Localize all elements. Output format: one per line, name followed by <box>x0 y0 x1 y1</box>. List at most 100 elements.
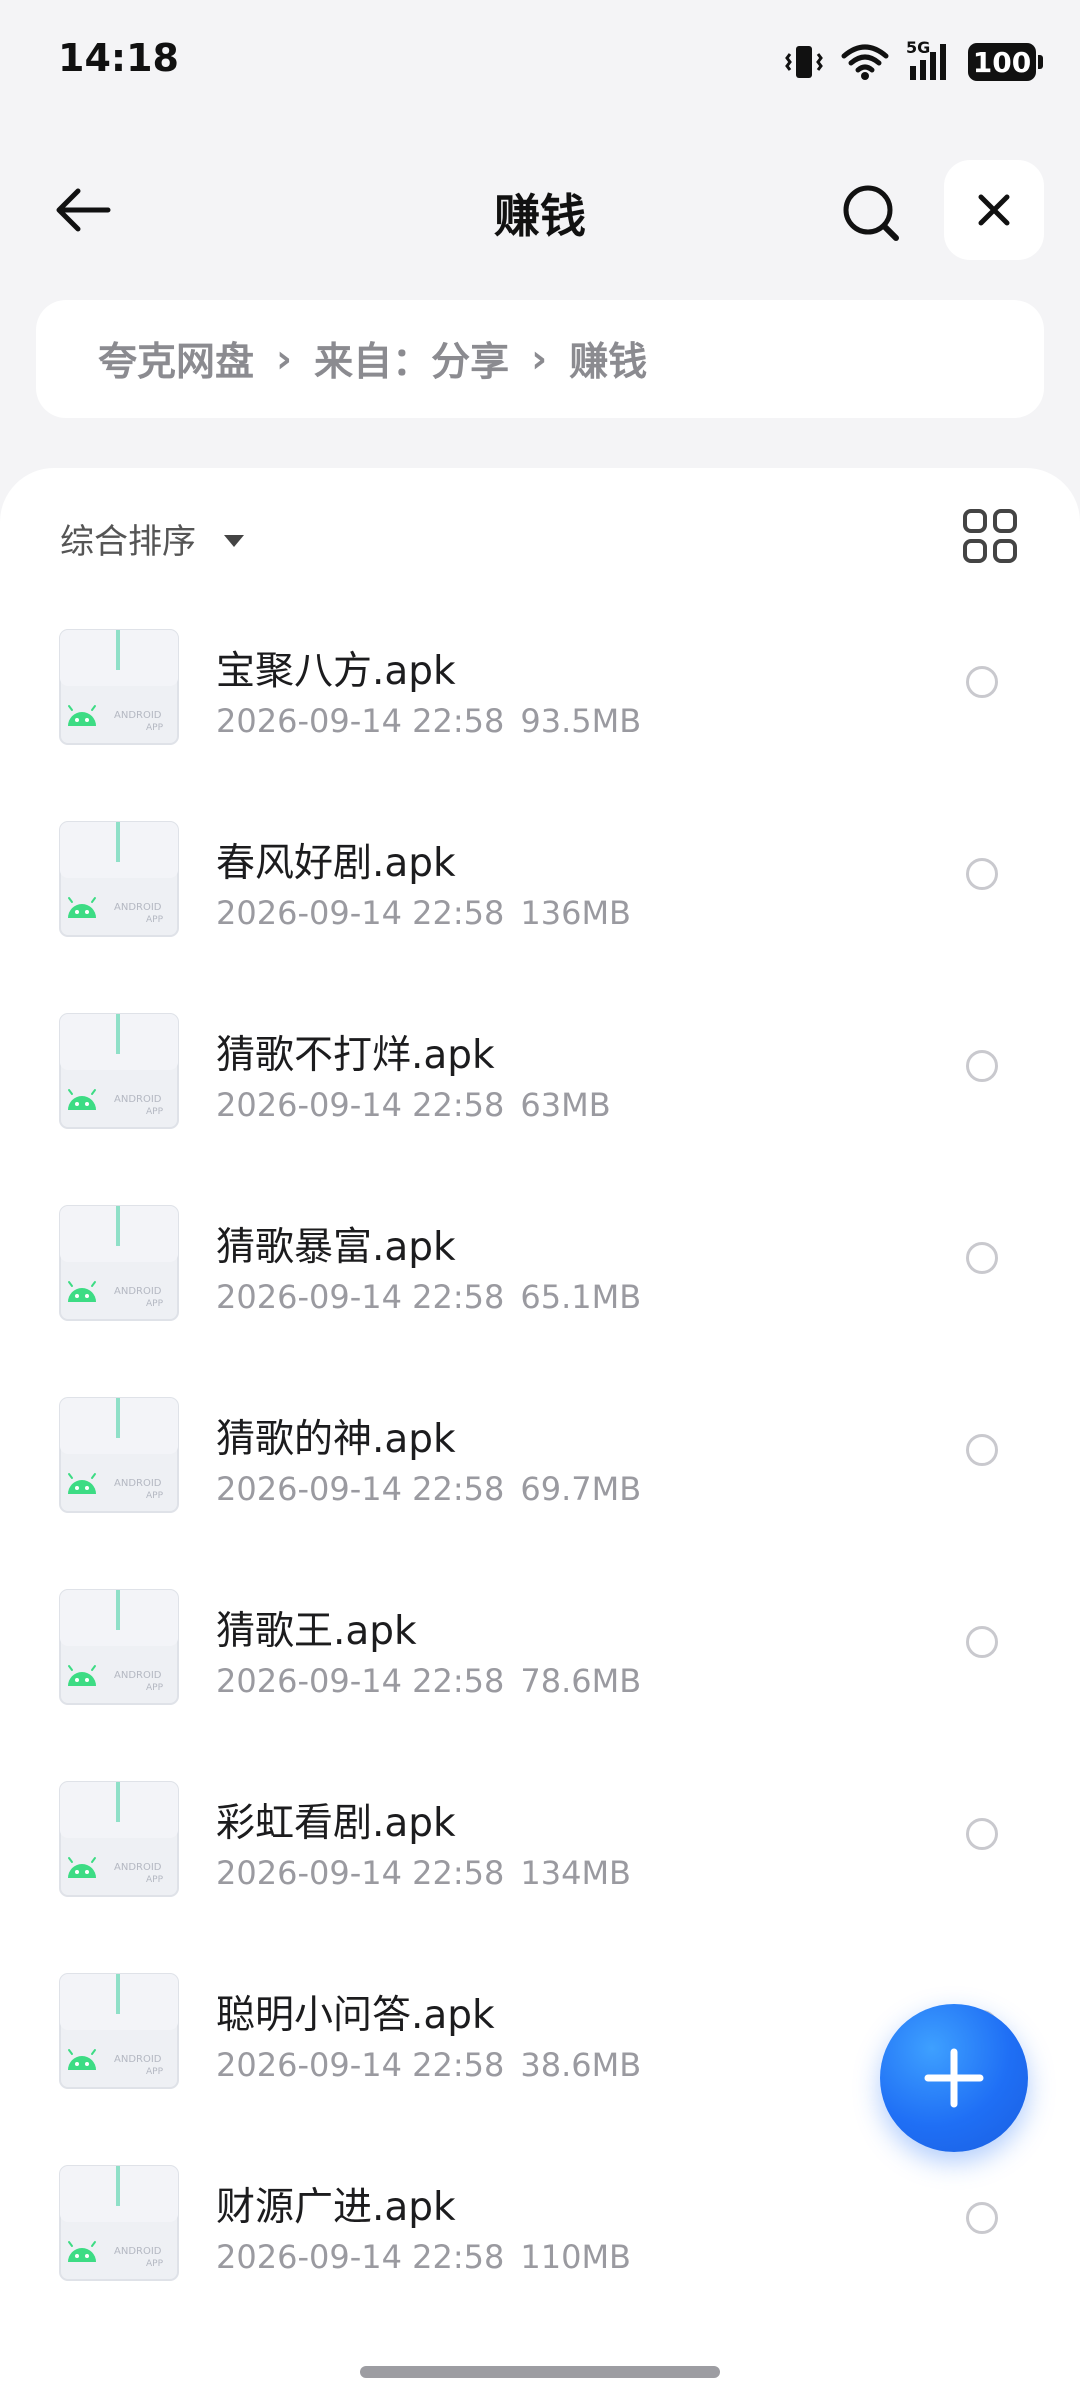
select-checkbox[interactable] <box>966 2202 998 2234</box>
file-row[interactable]: ANDROID APP 猜歌不打烊.apk 2026-09-14 22:58 63MB <box>0 1002 1080 1194</box>
search-icon <box>843 185 899 241</box>
file-size: 38.6MB <box>520 2046 642 2084</box>
file-size: 69.7MB <box>520 1470 642 1508</box>
breadcrumb: 夸克网盘 › 来自：分享 › 赚钱 <box>36 300 1044 418</box>
file-icon-label: APP <box>146 723 164 733</box>
status-icons: 5G 100 <box>784 36 1043 88</box>
file-size: 63MB <box>520 1086 611 1124</box>
file-size: 78.6MB <box>520 1662 642 1700</box>
file-size: 65.1MB <box>520 1278 642 1316</box>
breadcrumb-item-shared[interactable]: 来自：分享 <box>314 331 509 387</box>
file-icon-label: APP <box>146 1683 164 1693</box>
select-checkbox[interactable] <box>966 1626 998 1658</box>
file-meta: 2026-09-14 22:58 65.1MB <box>216 1278 641 1316</box>
file-meta: 2026-09-14 22:58 134MB <box>216 1854 631 1892</box>
sort-label: 综合排序 <box>60 522 196 562</box>
file-date: 2026-09-14 22:58 <box>216 702 505 740</box>
file-name: 猜歌不打烊.apk <box>216 1033 495 1078</box>
search-button[interactable] <box>836 178 906 248</box>
file-icon-label: APP <box>146 1875 164 1885</box>
file-meta: 2026-09-14 22:58 136MB <box>216 894 631 932</box>
file-size: 93.5MB <box>520 702 642 740</box>
file-icon-label: ANDROID <box>114 1478 162 1489</box>
home-indicator[interactable] <box>360 2366 720 2378</box>
select-checkbox[interactable] <box>966 1818 998 1850</box>
file-icon-label: ANDROID <box>114 1670 162 1681</box>
file-name: 猜歌暴富.apk <box>216 1225 456 1270</box>
caret-down-icon <box>224 534 244 547</box>
android-apk-file-icon: ANDROID APP <box>59 2165 179 2281</box>
grid-view-button[interactable] <box>960 506 1020 566</box>
file-icon-label: APP <box>146 915 164 925</box>
file-meta: 2026-09-14 22:58 93.5MB <box>216 702 641 740</box>
file-meta: 2026-09-14 22:58 63MB <box>216 1086 611 1124</box>
select-checkbox[interactable] <box>966 1242 998 1274</box>
android-apk-file-icon: ANDROID APP <box>59 629 179 745</box>
add-button[interactable] <box>880 2004 1028 2152</box>
file-row[interactable]: ANDROID APP 宝聚八方.apk 2026-09-14 22:58 93.5MB <box>0 618 1080 810</box>
file-size: 110MB <box>520 2238 631 2276</box>
file-row[interactable]: ANDROID APP 彩虹看剧.apk 2026-09-14 22:58 134MB <box>0 1770 1080 1962</box>
android-apk-file-icon: ANDROID APP <box>59 1013 179 1129</box>
file-date: 2026-09-14 22:58 <box>216 1854 505 1892</box>
file-name: 宝聚八方.apk <box>216 649 456 694</box>
file-date: 2026-09-14 22:58 <box>216 1086 505 1124</box>
file-icon-label: ANDROID <box>114 1286 162 1297</box>
file-icon-label: ANDROID <box>114 2246 162 2257</box>
file-date: 2026-09-14 22:58 <box>216 2046 505 2084</box>
file-row[interactable]: ANDROID APP 猜歌王.apk 2026-09-14 22:58 78.6MB <box>0 1578 1080 1770</box>
file-icon-label: APP <box>146 2259 164 2269</box>
file-icon-label: ANDROID <box>114 2054 162 2065</box>
file-icon-label: ANDROID <box>114 1862 162 1873</box>
file-icon-label: APP <box>146 2067 164 2077</box>
file-name: 猜歌王.apk <box>216 1609 417 1654</box>
file-name: 春风好剧.apk <box>216 841 456 886</box>
select-checkbox[interactable] <box>966 1434 998 1466</box>
close-button[interactable] <box>944 160 1044 260</box>
android-apk-file-icon: ANDROID APP <box>59 1973 179 2089</box>
file-date: 2026-09-14 22:58 <box>216 1662 505 1700</box>
file-meta: 2026-09-14 22:58 38.6MB <box>216 2046 641 2084</box>
vibrate-icon <box>785 46 823 78</box>
status-time: 14:18 <box>58 36 179 80</box>
file-icon-label: ANDROID <box>114 710 162 721</box>
file-row[interactable]: ANDROID APP 财源广进.apk 2026-09-14 22:58 110MB <box>0 2154 1080 2346</box>
file-date: 2026-09-14 22:58 <box>216 894 505 932</box>
plus-icon <box>924 2048 984 2108</box>
status-bar: 14:18 5G 100 <box>0 0 1080 120</box>
breadcrumb-item-current: 赚钱 <box>569 340 648 385</box>
page-title: 赚钱 <box>494 189 586 243</box>
close-icon <box>978 194 1010 226</box>
file-icon-label: APP <box>146 1299 164 1309</box>
file-name: 聪明小问答.apk <box>216 1993 495 2038</box>
breadcrumb-item-root[interactable]: 夸克网盘 <box>98 331 254 387</box>
select-checkbox[interactable] <box>966 666 998 698</box>
file-date: 2026-09-14 22:58 <box>216 1470 505 1508</box>
file-icon-label: ANDROID <box>114 902 162 913</box>
file-row[interactable]: ANDROID APP 猜歌暴富.apk 2026-09-14 22:58 65.1MB <box>0 1194 1080 1386</box>
chevron-right-icon: › <box>276 336 293 382</box>
file-icon-label: APP <box>146 1107 164 1117</box>
sort-selector[interactable]: 综合排序 <box>60 514 244 563</box>
file-row[interactable]: ANDROID APP 猜歌的神.apk 2026-09-14 22:58 69.7MB <box>0 1386 1080 1578</box>
file-date: 2026-09-14 22:58 <box>216 2238 505 2276</box>
android-apk-file-icon: ANDROID APP <box>59 1205 179 1321</box>
android-apk-file-icon: ANDROID APP <box>59 1781 179 1897</box>
battery-icon: 100 <box>968 43 1043 81</box>
file-name: 猜歌的神.apk <box>216 1417 456 1462</box>
select-checkbox[interactable] <box>966 1050 998 1082</box>
file-meta: 2026-09-14 22:58 110MB <box>216 2238 631 2276</box>
file-date: 2026-09-14 22:58 <box>216 1278 505 1316</box>
wifi-icon <box>841 44 889 80</box>
file-meta: 2026-09-14 22:58 69.7MB <box>216 1470 641 1508</box>
file-size: 134MB <box>520 1854 631 1892</box>
file-row[interactable]: ANDROID APP 春风好剧.apk 2026-09-14 22:58 136MB <box>0 810 1080 1002</box>
top-bar: 赚钱 <box>0 150 1080 270</box>
file-icon-label: APP <box>146 1491 164 1501</box>
file-meta: 2026-09-14 22:58 78.6MB <box>216 1662 641 1700</box>
cellular-signal-icon: 5G <box>906 38 952 82</box>
file-size: 136MB <box>520 894 631 932</box>
grid-view-icon <box>963 509 1017 563</box>
android-apk-file-icon: ANDROID APP <box>59 1397 179 1513</box>
select-checkbox[interactable] <box>966 858 998 890</box>
